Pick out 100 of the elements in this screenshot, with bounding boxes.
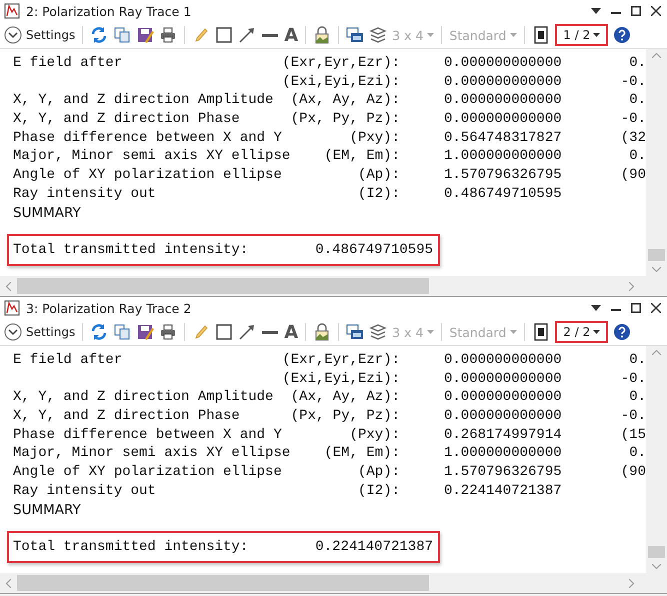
text-tool-button[interactable]: A xyxy=(284,24,298,46)
horizontal-scrollbar[interactable] xyxy=(0,276,667,296)
field-label: Major, Minor semi axis XY ellipse xyxy=(13,444,291,464)
close-icon[interactable] xyxy=(651,6,661,16)
field-symbol: (I2): xyxy=(358,482,400,501)
caret-icon xyxy=(510,330,518,334)
field-value: (15 xyxy=(620,426,646,444)
settings-button[interactable]: Settings xyxy=(4,26,76,44)
field-value: 0.486749710595 xyxy=(444,184,563,204)
page-icon[interactable] xyxy=(532,26,550,44)
field-label: X, Y, and Z direction Phase xyxy=(13,110,241,129)
page-icon[interactable] xyxy=(532,323,550,341)
layers-icon[interactable] xyxy=(369,323,388,341)
save-icon[interactable] xyxy=(136,26,154,44)
field-value: -0. xyxy=(620,110,646,129)
field-symbol: (Exi,Eyi,Ezi): xyxy=(282,370,400,388)
print-icon[interactable] xyxy=(159,26,178,44)
help-icon[interactable] xyxy=(613,323,632,341)
field-symbol: (Ax, Ay, Az): xyxy=(290,91,400,110)
maximize-icon[interactable] xyxy=(631,6,641,16)
arrow-icon[interactable] xyxy=(238,26,256,44)
field-value: 1.570796326795 xyxy=(444,166,563,185)
field-value: 0. xyxy=(628,388,646,408)
text-tool-button[interactable]: A xyxy=(284,322,298,342)
field-label: Ray intensity out xyxy=(13,482,157,501)
field-value: 0. xyxy=(628,444,646,464)
field-symbol: (Ap): xyxy=(358,463,400,482)
field-value: 0. xyxy=(628,351,646,370)
settings-button[interactable]: Settings xyxy=(4,323,76,341)
field-symbol: (Exi,Eyi,Ezi): xyxy=(282,72,400,92)
field-value: 0.000000000000 xyxy=(444,370,563,388)
caret-icon xyxy=(593,330,600,334)
copy-icon[interactable] xyxy=(113,26,132,44)
vertical-scrollbar[interactable] xyxy=(646,346,667,573)
field-symbol: (Px, Py, Pz): xyxy=(290,407,400,426)
rectangle-icon[interactable] xyxy=(215,26,234,44)
print-icon[interactable] xyxy=(159,323,178,341)
caret-icon xyxy=(427,330,434,334)
vertical-scrollbar[interactable] xyxy=(646,49,667,276)
window-title: 3: Polarization Ray Trace 2 xyxy=(26,300,192,316)
field-value: 0.268174997914 xyxy=(444,426,563,444)
field-label: X, Y, and Z direction Phase xyxy=(13,407,241,426)
field-value: -0. xyxy=(620,72,646,92)
chart-icon xyxy=(4,300,20,316)
caret-icon xyxy=(427,33,434,37)
field-value: 1.570796326795 xyxy=(444,463,563,482)
field-symbol: (Exr,Eyr,Ezr): xyxy=(282,351,400,370)
layers-icon[interactable] xyxy=(369,26,388,44)
field-label: Major, Minor semi axis XY ellipse xyxy=(13,147,291,166)
refresh-icon[interactable] xyxy=(90,323,108,341)
caret-icon xyxy=(593,33,600,37)
rectangle-icon[interactable] xyxy=(215,323,234,341)
page-dropdown[interactable]: 2 / 2 xyxy=(555,321,608,343)
field-symbol: (Pxy): xyxy=(350,128,400,148)
field-symbol: (I2): xyxy=(358,184,400,204)
refresh-icon[interactable] xyxy=(90,26,108,44)
horizontal-scrollbar[interactable] xyxy=(0,573,667,593)
total-value: 0.224140721387 xyxy=(315,538,433,558)
maximize-icon[interactable] xyxy=(631,303,641,313)
total-label: Total transmitted intensity: xyxy=(13,241,248,260)
dropdown-icon[interactable] xyxy=(591,8,601,14)
arrow-icon[interactable] xyxy=(238,323,256,341)
close-icon[interactable] xyxy=(651,303,661,313)
lock-icon[interactable] xyxy=(313,26,332,44)
scroll-thumb[interactable] xyxy=(17,575,429,591)
copy-icon[interactable] xyxy=(113,323,132,341)
window-title: 2: Polarization Ray Trace 1 xyxy=(26,4,192,18)
caret-icon xyxy=(510,33,518,37)
chevron-icon xyxy=(4,26,22,44)
field-symbol: (Exr,Eyr,Ezr): xyxy=(282,54,400,73)
field-label: Angle of XY polarization ellipse xyxy=(13,166,283,185)
field-value: 0. xyxy=(628,147,646,166)
dropdown-icon[interactable] xyxy=(591,305,601,311)
scroll-thumb[interactable] xyxy=(648,546,665,558)
page-dropdown[interactable]: 1 / 2 xyxy=(555,24,608,46)
windows-icon[interactable] xyxy=(346,323,364,341)
field-symbol: (Ap): xyxy=(358,166,400,185)
field-label: Angle of XY polarization ellipse xyxy=(13,463,283,482)
field-value: 1.000000000000 xyxy=(444,444,563,464)
summary-heading: SUMMARY xyxy=(13,204,82,222)
field-value: 0.000000000000 xyxy=(444,407,563,426)
field-label: X, Y, and Z direction Amplitude xyxy=(13,388,274,408)
save-icon[interactable] xyxy=(136,323,154,341)
chart-icon xyxy=(4,3,20,19)
lock-icon[interactable] xyxy=(313,323,332,341)
field-value: -0. xyxy=(620,370,646,388)
field-value: 0.564748317827 xyxy=(444,128,563,148)
scroll-thumb[interactable] xyxy=(648,249,665,261)
field-value: (32 xyxy=(620,128,646,148)
field-label: Phase difference between X and Y xyxy=(13,426,283,444)
field-value: 0.000000000000 xyxy=(444,72,563,92)
summary-heading: SUMMARY xyxy=(13,500,82,520)
windows-icon[interactable] xyxy=(346,26,364,44)
help-icon[interactable] xyxy=(613,26,632,44)
field-label: Phase difference between X and Y xyxy=(13,128,283,148)
field-value: (90 xyxy=(620,166,646,185)
scroll-thumb[interactable] xyxy=(17,278,429,294)
field-label: X, Y, and Z direction Amplitude xyxy=(13,91,274,110)
field-value: (90 xyxy=(620,463,646,482)
field-value: 1.000000000000 xyxy=(444,147,563,166)
